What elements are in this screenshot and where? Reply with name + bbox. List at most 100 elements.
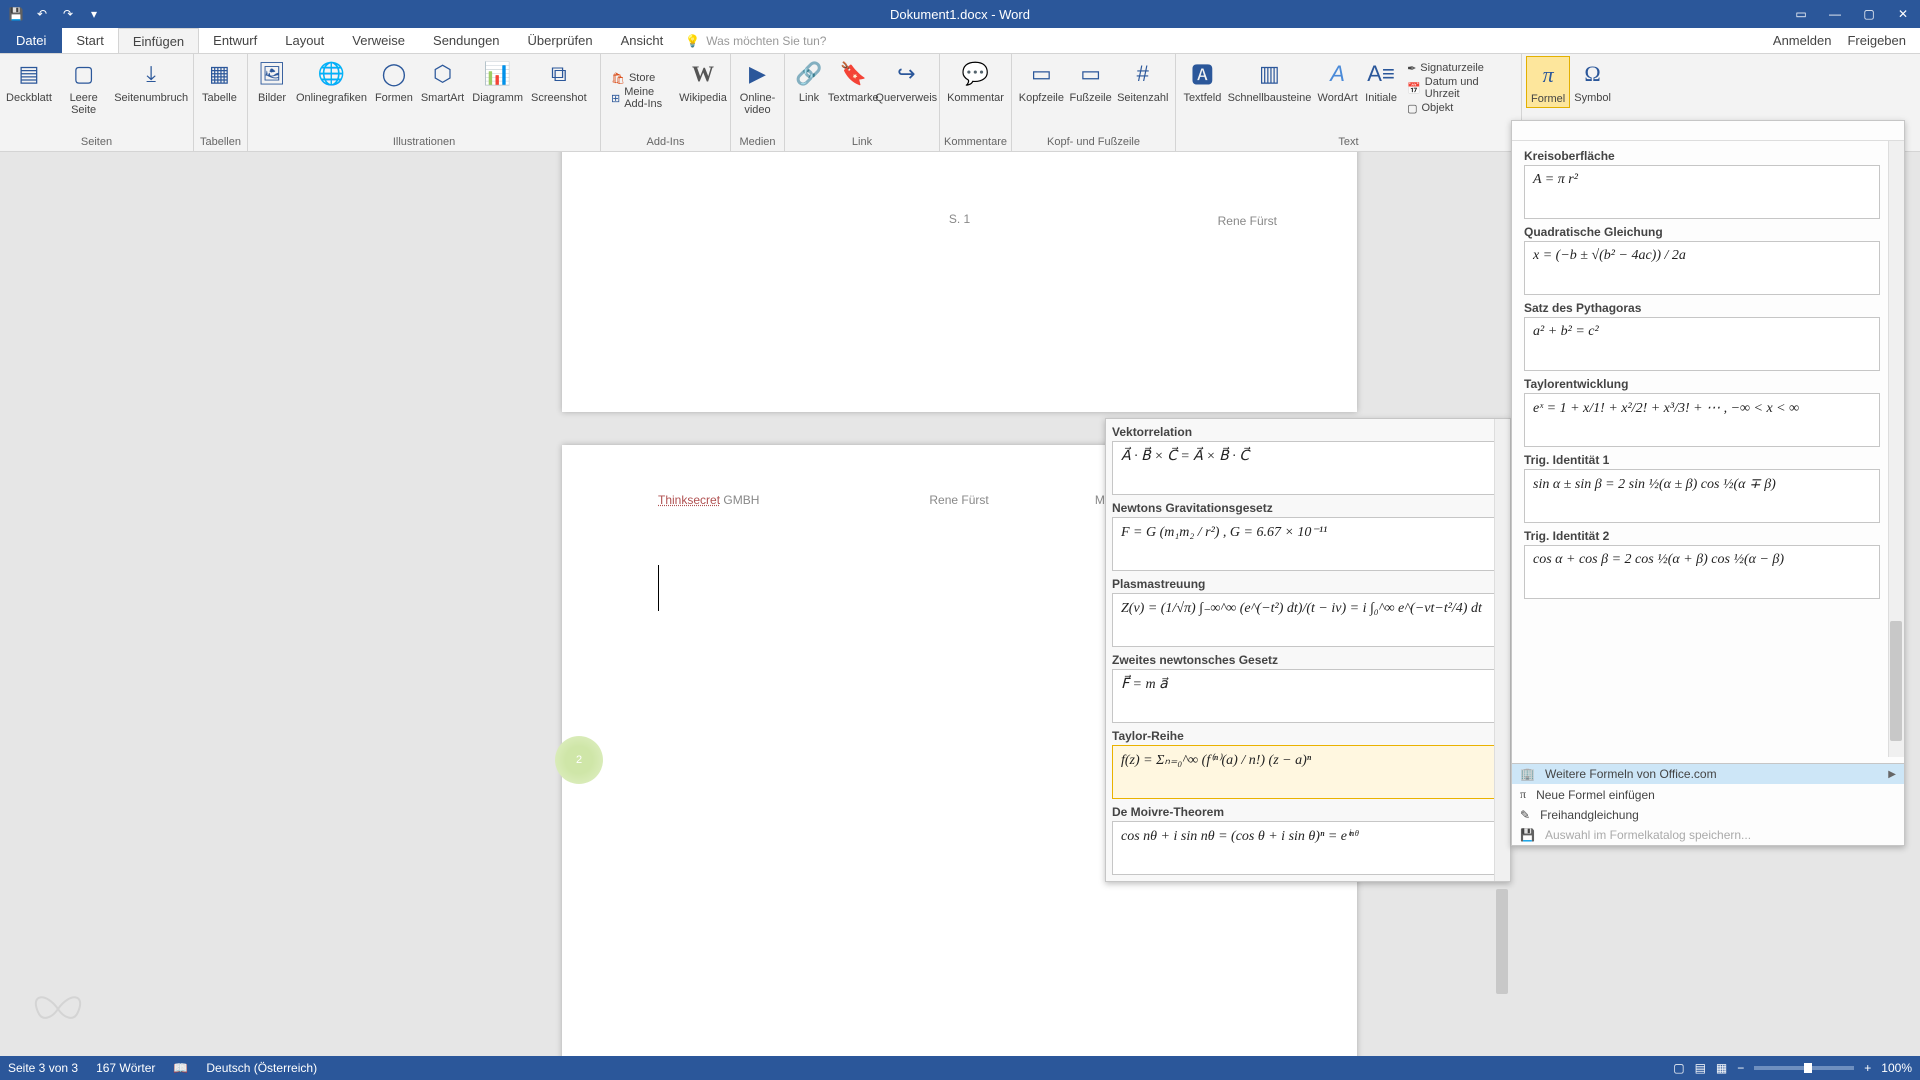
symbol-button[interactable]: ΩSymbol: [1570, 56, 1615, 106]
querverweis-button[interactable]: ↪Querverweis: [878, 56, 935, 106]
minimize-button[interactable]: —: [1818, 0, 1852, 28]
seitenzahl-button[interactable]: #Seitenzahl: [1115, 56, 1171, 106]
gallery-item-formula[interactable]: cos α + cos β = 2 cos ½(α + β) cos ½(α −…: [1524, 545, 1880, 599]
tab-sendungen[interactable]: Sendungen: [419, 28, 514, 53]
gallery-item[interactable]: Quadratische Gleichung x = (−b ± √(b² − …: [1518, 219, 1886, 295]
formel-button[interactable]: πFormel: [1526, 56, 1570, 108]
tab-ueberpruefen[interactable]: Überprüfen: [514, 28, 607, 53]
signaturzeile-button[interactable]: ✒Signaturzeile: [1403, 58, 1517, 78]
page-indicator[interactable]: Seite 3 von 3: [8, 1061, 78, 1075]
gallery-item-formula[interactable]: F⃗ = m a⃗: [1112, 669, 1504, 723]
initiale-label: Initiale: [1365, 92, 1397, 104]
gallery-item-formula[interactable]: x = (−b ± √(b² − 4ac)) / 2a: [1524, 241, 1880, 295]
kopfzeile-button[interactable]: ▭Kopfzeile: [1016, 56, 1067, 106]
gallery-item-formula[interactable]: F = G (m₁m₂ / r²) , G = 6.67 × 10⁻¹¹: [1112, 517, 1504, 571]
read-mode-button[interactable]: ▢: [1673, 1061, 1684, 1075]
gallery-item[interactable]: Satz des Pythagoras a² + b² = c²: [1518, 295, 1886, 371]
gallery-item[interactable]: Kreisoberfläche A = π r²: [1518, 143, 1886, 219]
web-layout-button[interactable]: ▦: [1716, 1061, 1727, 1075]
datetime-icon: 📅: [1407, 82, 1421, 95]
gallery-item[interactable]: Trig. Identität 1 sin α ± sin β = 2 sin …: [1518, 447, 1886, 523]
gallery-item-title: Trig. Identität 1: [1524, 451, 1880, 469]
gallery-item-formula[interactable]: A⃗ · B⃗ × C⃗ = A⃗ × B⃗ · C⃗: [1112, 441, 1504, 495]
gallery-item-formula[interactable]: cos nθ + i sin nθ = (cos θ + i sin θ)ⁿ =…: [1112, 821, 1504, 875]
gallery-item[interactable]: Zweites newtonsches Gesetz F⃗ = m a⃗: [1106, 647, 1510, 723]
kommentar-button[interactable]: 💬Kommentar: [944, 56, 1007, 106]
tab-layout[interactable]: Layout: [271, 28, 338, 53]
word-count[interactable]: 167 Wörter: [96, 1061, 155, 1075]
page-1[interactable]: Quelle: Mond - https://de.wikipedia.org …: [562, 152, 1357, 412]
gallery-item-formula[interactable]: eˣ = 1 + x/1! + x²/2! + x³/3! + ⋯ , −∞ <…: [1524, 393, 1880, 447]
tell-me-box[interactable]: 💡 Was möchten Sie tun?: [685, 28, 826, 53]
equation-search-input[interactable]: [1512, 121, 1904, 141]
print-layout-button[interactable]: ▤: [1695, 1061, 1706, 1075]
bilder-button[interactable]: 🖼Bilder: [252, 56, 292, 106]
gallery-item-formula[interactable]: sin α ± sin β = 2 sin ½(α ± β) cos ½(α ∓…: [1524, 469, 1880, 523]
share-button[interactable]: Freigeben: [1847, 33, 1906, 48]
new-equation-button[interactable]: π Neue Formel einfügen: [1512, 784, 1904, 805]
tab-ansicht[interactable]: Ansicht: [607, 28, 678, 53]
onlinegrafiken-button[interactable]: 🌐Onlinegrafiken: [292, 56, 371, 106]
screenshot-button[interactable]: ⧉Screenshot: [527, 56, 591, 106]
tab-verweise[interactable]: Verweise: [338, 28, 419, 53]
sign-in-link[interactable]: Anmelden: [1773, 33, 1832, 48]
deckblatt-button[interactable]: ▤Deckblatt: [4, 56, 54, 106]
gallery-item-formula[interactable]: A = π r²: [1524, 165, 1880, 219]
gallery-item[interactable]: De Moivre-Theorem cos nθ + i sin nθ = (c…: [1106, 799, 1510, 875]
scrollbar-thumb[interactable]: [1890, 621, 1902, 741]
schnellbausteine-button[interactable]: ▥Schnellbausteine: [1225, 56, 1314, 106]
gallery-item[interactable]: Plasmastreuung Z(v) = (1/√π) ∫₋∞^∞ (e^(−…: [1106, 571, 1510, 647]
file-tab[interactable]: Datei: [0, 28, 62, 53]
tab-start[interactable]: Start: [62, 28, 117, 53]
link-button[interactable]: 🔗Link: [789, 56, 829, 106]
tab-entwurf[interactable]: Entwurf: [199, 28, 271, 53]
gallery-right-scrollbar[interactable]: [1888, 141, 1904, 757]
objekt-button[interactable]: ▢Objekt: [1403, 98, 1517, 118]
ink-equation-button[interactable]: ✎ Freihandgleichung: [1512, 805, 1904, 825]
qat-more-button[interactable]: ▾: [82, 2, 106, 26]
fusszeile-button[interactable]: ▭Fußzeile: [1067, 56, 1115, 106]
leere-seite-button[interactable]: ▢Leere Seite: [54, 56, 113, 118]
gallery-item-formula[interactable]: f(z) = Σₙ₌₀^∞ (f⁽ⁿ⁾(a) / n!) (z − a)ⁿ: [1112, 745, 1504, 799]
zoom-slider-thumb[interactable]: [1804, 1063, 1812, 1073]
save-button[interactable]: 💾: [4, 2, 28, 26]
textfeld-button[interactable]: 🅰Textfeld: [1180, 56, 1225, 106]
spellcheck-icon[interactable]: 📖: [173, 1061, 188, 1075]
textmarke-button[interactable]: 🔖Textmarke: [829, 56, 878, 106]
gallery-item[interactable]: Vektorrelation A⃗ · B⃗ × C⃗ = A⃗ × B⃗ · …: [1106, 419, 1510, 495]
gallery-left-scrollbar[interactable]: [1494, 419, 1510, 881]
smartart-button[interactable]: ⬡SmartArt: [417, 56, 468, 106]
store-button[interactable]: 🛍Store: [607, 68, 680, 88]
gallery-item[interactable]: Taylor-Reihe f(z) = Σₙ₌₀^∞ (f⁽ⁿ⁾(a) / n!…: [1106, 723, 1510, 799]
language-indicator[interactable]: Deutsch (Österreich): [206, 1061, 317, 1075]
gallery-item[interactable]: Taylorentwicklung eˣ = 1 + x/1! + x²/2! …: [1518, 371, 1886, 447]
diagramm-button[interactable]: 📊Diagramm: [468, 56, 527, 106]
initiale-button[interactable]: A≡Initiale: [1361, 56, 1401, 106]
redo-button[interactable]: ↷: [56, 2, 80, 26]
tabelle-button[interactable]: ▦Tabelle: [198, 56, 241, 106]
scrollbar-thumb[interactable]: [1496, 889, 1508, 994]
gallery-item-formula[interactable]: Z(v) = (1/√π) ∫₋∞^∞ (e^(−t²) dt)/(t − iv…: [1112, 593, 1504, 647]
tab-einfuegen[interactable]: Einfügen: [118, 28, 199, 53]
gallery-item-formula[interactable]: a² + b² = c²: [1524, 317, 1880, 371]
datum-uhrzeit-button[interactable]: 📅Datum und Uhrzeit: [1403, 78, 1517, 98]
formen-button[interactable]: ◯Formen: [371, 56, 417, 106]
maximize-button[interactable]: ▢: [1852, 0, 1886, 28]
close-button[interactable]: ✕: [1886, 0, 1920, 28]
zoom-in-button[interactable]: +: [1864, 1061, 1871, 1075]
reviewer-bubble[interactable]: 2: [555, 736, 603, 784]
gallery-item[interactable]: Newtons Gravitationsgesetz F = G (m₁m₂ /…: [1106, 495, 1510, 571]
seitenumbruch-button[interactable]: ⤓Seitenumbruch: [113, 56, 189, 106]
wikipedia-button[interactable]: WWikipedia: [680, 56, 726, 106]
wikipedia-label: Wikipedia: [679, 92, 727, 104]
gallery-item[interactable]: Trig. Identität 2 cos α + cos β = 2 cos …: [1518, 523, 1886, 599]
zoom-out-button[interactable]: −: [1737, 1061, 1744, 1075]
ribbon-options-button[interactable]: ▭: [1784, 0, 1818, 28]
wordart-button[interactable]: AWordArt: [1314, 56, 1361, 106]
undo-button[interactable]: ↶: [30, 2, 54, 26]
zoom-slider[interactable]: [1754, 1066, 1854, 1070]
my-addins-button[interactable]: ⊞Meine Add-Ins: [607, 88, 680, 108]
zoom-level[interactable]: 100%: [1881, 1061, 1912, 1075]
online-video-button[interactable]: ▶Online-video: [735, 56, 780, 118]
more-equations-office-button[interactable]: 🏢 Weitere Formeln von Office.com ▶: [1512, 764, 1904, 784]
